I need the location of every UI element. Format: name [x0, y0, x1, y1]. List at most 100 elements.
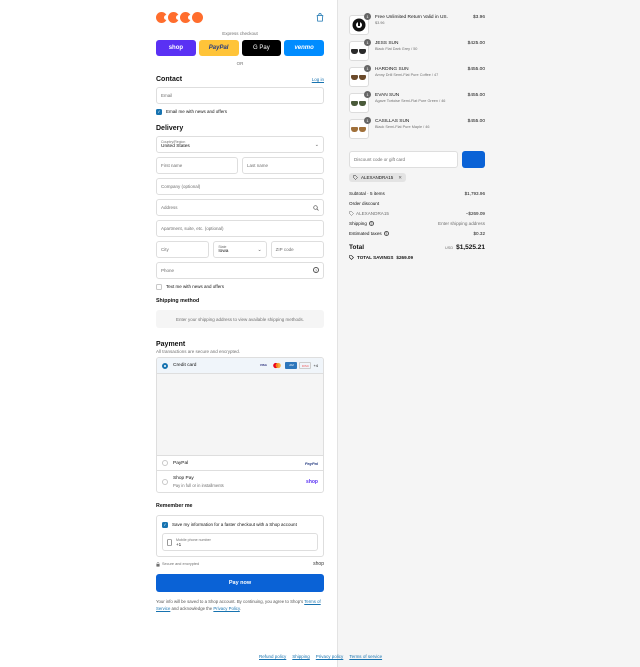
venmo-button[interactable]: venmo [284, 40, 324, 56]
help-icon[interactable]: ? [383, 230, 389, 236]
refund-policy-link[interactable]: Refund policy [259, 654, 286, 659]
checkbox-checked-icon[interactable]: ✓ [156, 108, 162, 115]
product-price: $455.00 [467, 119, 485, 124]
shopping-bag-icon[interactable] [316, 13, 324, 22]
taxes-label-wrap: Estimated taxes ? [349, 230, 389, 236]
apartment-field[interactable]: Apartment, suite, etc. (optional) [156, 220, 324, 237]
subtotal-value: $1,793.96 [464, 190, 485, 196]
mobile-phone-field[interactable]: Mobile phone number +1 [162, 533, 318, 551]
sunglasses-icon [351, 74, 367, 80]
shipping-link[interactable]: Shipping [292, 654, 310, 659]
credit-card-option[interactable]: Credit card VISA AM DISC +4 [157, 358, 323, 374]
payment-heading: Payment [156, 340, 186, 348]
country-value: United States [161, 144, 190, 149]
shop-logo: shop [306, 478, 318, 485]
sunglasses-icon [351, 100, 367, 106]
total-label: Total [349, 243, 365, 251]
line-item: 1 Free Unlimited Return Valid in US. $3.96… [349, 13, 485, 41]
quantity-badge: 1 [364, 117, 371, 124]
line-items: 1 Free Unlimited Return Valid in US. $3.96… [349, 13, 485, 145]
product-info: CASILLAS SUN Black Semi-Flat Pure Maple /… [375, 119, 468, 129]
checkbox-unchecked-icon[interactable] [156, 283, 162, 290]
privacy-policy-link[interactable]: Privacy Policy [213, 606, 239, 611]
paypal-logo: PayPal [304, 460, 318, 466]
discover-icon: DISC [299, 362, 312, 369]
help-icon[interactable]: ? [368, 220, 374, 226]
state-value: Iowa [218, 249, 229, 254]
email-field[interactable]: Email [156, 87, 324, 104]
quantity-badge: 1 [364, 65, 371, 72]
remove-discount-icon[interactable]: ✕ [398, 175, 402, 181]
login-link[interactable]: Log in [312, 77, 324, 82]
header [156, 0, 324, 30]
total-savings-label: TOTAL SAVINGS [357, 255, 394, 260]
tag-icon [349, 255, 354, 260]
sunglasses-icon [351, 48, 367, 54]
shop-pay-option[interactable]: Shop Pay Pay in full or in installments … [157, 471, 323, 492]
total-row: Total USD $1,525.21 [349, 241, 485, 253]
pay-now-button[interactable]: Pay now [156, 574, 324, 592]
phone-field[interactable]: Phone ? [156, 262, 324, 279]
quantity-badge: 1 [364, 91, 371, 98]
zip-field[interactable]: ZIP code [270, 241, 324, 258]
paypal-label: PayPal [173, 460, 189, 466]
company-field[interactable]: Company (optional) [156, 178, 324, 195]
shop-pay-text: Shop Pay Pay in full or in installments [173, 476, 224, 488]
radio-selected-icon[interactable] [162, 362, 168, 369]
help-icon[interactable]: ? [313, 267, 319, 273]
paypal-button[interactable]: PayPal [198, 40, 239, 56]
privacy-policy-footer-link[interactable]: Privacy policy [316, 654, 344, 659]
email-news-checkbox[interactable]: ✓ Email me with news and offers [156, 107, 324, 116]
product-title: Free Unlimited Return Valid in US. [375, 15, 448, 20]
state-select[interactable]: State Iowa ⌄ [213, 241, 267, 258]
save-info-checkbox[interactable]: ✓ Save my information for a faster check… [162, 520, 318, 529]
phone-placeholder: Phone [161, 268, 175, 273]
subtotal-label: Subtotal · 5 items [349, 190, 385, 196]
checkbox-checked-icon[interactable]: ✓ [162, 521, 168, 528]
total-savings-value: $269.09 [396, 255, 414, 260]
visa-icon: VISA [259, 363, 267, 367]
radio-unselected-icon[interactable] [162, 460, 168, 466]
product-thumbnail: 1 [349, 91, 371, 113]
last-name-field[interactable]: Last name [242, 157, 324, 174]
shipping-label-wrap: Shipping ? [349, 220, 374, 226]
line-item: 1 JESS SUN Black Flat Dark Grey / 50 $425.0… [349, 39, 485, 67]
line-item: 1 CASILLAS SUN Black Semi-Flat Pure Maple … [349, 117, 485, 145]
apply-discount-button[interactable] [462, 151, 485, 168]
discount-code-text: ALEXANDRA15 [356, 210, 389, 216]
discount-code-row: ALEXANDRA15 −$269.09 [349, 208, 485, 218]
radio-unselected-icon[interactable] [162, 478, 168, 485]
address-field[interactable]: Address [156, 199, 324, 216]
discount-tag: ALEXANDRA15 ✕ [349, 173, 407, 182]
product-price: $425.00 [467, 41, 485, 46]
product-variant: Amny Drill Semi-Flat Pure Coffee / 47 [375, 73, 439, 77]
city-field[interactable]: City [156, 241, 210, 258]
discount-form: Discount code or gift card [349, 151, 485, 168]
total-savings: TOTAL SAVINGS $269.09 [349, 253, 485, 262]
address-placeholder: Address [161, 205, 178, 210]
sunglasses-icon [351, 126, 367, 132]
card-fields-area[interactable] [157, 374, 323, 456]
first-name-field[interactable]: First name [156, 157, 238, 174]
paypal-option[interactable]: PayPal PayPal [157, 456, 323, 471]
product-variant: Black Flat Dark Grey / 50 [375, 47, 418, 51]
product-variant: $3.96 [375, 21, 385, 25]
taxes-row: Estimated taxes ? $0.32 [349, 228, 485, 238]
remember-me-heading: Remember me [156, 503, 193, 509]
product-title: CASILLAS SUN [375, 119, 410, 124]
taxes-value: $0.32 [473, 230, 486, 236]
shop-pay-button[interactable]: shop [156, 40, 196, 56]
brand-logo[interactable] [156, 12, 203, 23]
order-discount-label: Order discount [349, 200, 380, 206]
terms-of-service-footer-link[interactable]: Terms of service [349, 654, 382, 659]
express-checkout-title: Express checkout [222, 31, 258, 36]
google-pay-button[interactable]: G Pay [241, 40, 282, 56]
express-buttons: shop PayPal G Pay venmo [156, 40, 324, 56]
country-select[interactable]: Country/Region United States ⌄ [156, 136, 324, 153]
product-variant: Agave Tortoise Semi-Flat Pure Green / 46 [375, 99, 446, 103]
text-news-checkbox[interactable]: Text me with news and offers [156, 282, 324, 291]
discount-code-input[interactable]: Discount code or gift card [349, 151, 458, 168]
line-item: 1 HARDING SUN Amny Drill Semi-Flat Pure Co… [349, 65, 485, 93]
contact-heading: Contact [156, 75, 183, 83]
terms-text: Your info will be saved to a Shop accoun… [156, 599, 304, 604]
